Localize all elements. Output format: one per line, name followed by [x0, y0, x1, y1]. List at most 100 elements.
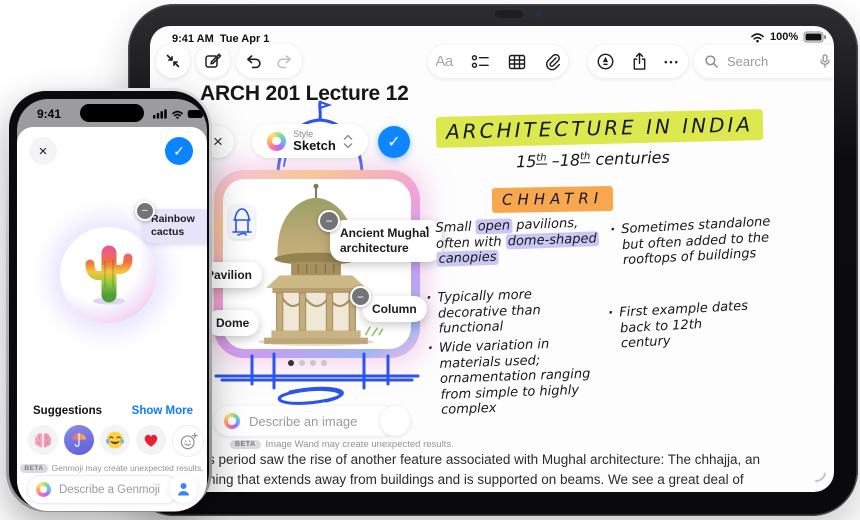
format-tools-group: Aa: [428, 45, 568, 78]
page-dot[interactable]: [310, 360, 316, 366]
genmoji-disclaimer: Genmoji may create unexpected results.: [51, 463, 204, 473]
remove-tag-button[interactable]: −: [350, 286, 371, 307]
chevron-up-down-icon: [343, 134, 353, 148]
checkmark-icon: ✓: [173, 142, 185, 159]
page-dot[interactable]: [299, 360, 305, 366]
arrows-inward-icon: [166, 54, 180, 68]
page-dot-active[interactable]: [288, 360, 294, 366]
wand-accept-button[interactable]: ✓: [378, 126, 410, 158]
ipad-status-time: 9:41 AM: [172, 33, 214, 45]
search-icon: [705, 55, 718, 68]
tag-column[interactable]: Column: [362, 296, 427, 322]
tag-label: Column: [372, 302, 417, 316]
image-wand-prompt-field[interactable]: [214, 406, 396, 436]
genmoji-beta-row: BETA Genmoji may create unexpected resul…: [17, 463, 207, 473]
search-input[interactable]: [725, 53, 812, 70]
highlighted-heading-text: ARCHITECTURE IN INDIA: [435, 109, 764, 148]
compose-button[interactable]: [196, 44, 230, 78]
iphone-status-time: 9:41: [37, 107, 62, 121]
umbrella-genmoji-icon: [71, 433, 87, 447]
add-emoji-icon: [180, 432, 198, 449]
wand-beta-row: BETA Image Wand may create unexpected re…: [230, 439, 454, 450]
battery-icon: [803, 31, 827, 43]
battery-icon: [187, 109, 206, 118]
minus-icon: −: [325, 214, 333, 228]
table-icon[interactable]: [508, 54, 526, 70]
plus-icon: [388, 414, 402, 428]
wifi-icon: [751, 33, 764, 43]
laughing-tears-emoji-icon: [106, 431, 124, 449]
suggestion-heart-emoji[interactable]: [136, 425, 166, 455]
handwritten-bullet: First example dates back to 12th century: [619, 299, 751, 352]
remove-tag-button[interactable]: −: [318, 210, 340, 232]
brain-emoji-icon: [34, 432, 52, 447]
suggestion-joy-emoji[interactable]: [100, 425, 130, 455]
iphone-screen: 9:41 × ✓ Rainbow cactus − Suggestions Sh…: [17, 99, 207, 511]
new-genmoji-button[interactable]: [172, 425, 204, 457]
style-value: Sketch: [293, 138, 336, 153]
suggestion-umbrella-genmoji[interactable]: [64, 425, 94, 455]
image-page-indicator[interactable]: [288, 360, 327, 366]
checkmark-icon: ✓: [387, 134, 401, 151]
genmoji-accept-button[interactable]: ✓: [165, 137, 193, 165]
handwritten-bullet: Wide variation in materials used; orname…: [439, 335, 604, 418]
original-sketch-thumbnail[interactable]: [229, 205, 255, 239]
handwritten-section-title: CHHATRI: [491, 185, 614, 214]
image-wand-input[interactable]: [247, 412, 386, 430]
add-image-button[interactable]: [380, 406, 410, 436]
ipad-camera-housing: [495, 10, 523, 18]
suggestion-brain-emoji[interactable]: [28, 425, 58, 455]
markup-share-group: •••: [588, 45, 688, 78]
collapse-note-button[interactable]: [156, 44, 190, 78]
share-icon[interactable]: [631, 52, 648, 71]
show-more-link[interactable]: Show More: [132, 405, 193, 417]
handwritten-bullet: Typically more decorative than functiona…: [437, 285, 589, 337]
people-genmoji-button[interactable]: [169, 474, 198, 503]
dictation-mic-icon[interactable]: [818, 53, 832, 70]
red-heart-emoji-icon: [144, 434, 158, 447]
minus-icon: −: [141, 204, 149, 217]
rainbow-cactus-genmoji: [85, 245, 133, 305]
search-field[interactable]: [694, 45, 834, 78]
markup-pen-icon[interactable]: [596, 52, 615, 71]
apple-intelligence-icon: [36, 482, 51, 497]
apple-intelligence-icon: [267, 131, 287, 151]
person-icon: [178, 482, 189, 495]
body-line: ning that extends away from buildings an…: [208, 472, 744, 487]
beta-badge: BETA: [20, 463, 48, 473]
style-dropdown[interactable]: Style Sketch: [252, 124, 368, 158]
redo-icon[interactable]: [276, 53, 293, 70]
tag-label: Ancient Mughal architecture: [340, 226, 430, 255]
undo-redo-group: [236, 44, 302, 78]
apple-intelligence-icon: [224, 413, 240, 429]
suggestions-title: Suggestions: [33, 405, 103, 417]
minus-icon: −: [356, 289, 364, 304]
text-format-button[interactable]: Aa: [435, 53, 453, 70]
checklist-icon[interactable]: [471, 53, 490, 70]
undo-icon[interactable]: [245, 53, 262, 70]
compose-icon: [205, 53, 222, 68]
remove-genmoji-tag-button[interactable]: −: [135, 201, 155, 221]
iphone-status-indicators: [153, 108, 206, 119]
ipad-status-indicators: 100%: [750, 31, 827, 43]
battery-percent: 100%: [770, 31, 799, 43]
wand-disclaimer: Image Wand may create unexpected results…: [265, 439, 454, 450]
genmoji-prompt-field[interactable]: [27, 475, 179, 504]
dynamic-island: [80, 104, 144, 122]
page-dot[interactable]: [321, 360, 327, 366]
sketch-thumbnail-icon: [232, 208, 252, 236]
genmoji-input[interactable]: [57, 482, 170, 497]
attachment-paperclip-icon[interactable]: [544, 53, 561, 71]
tag-label: Dome: [216, 316, 250, 330]
genmoji-close-button[interactable]: ×: [29, 137, 57, 165]
handwritten-bullet: Sometimes standalone but often added to …: [621, 214, 781, 269]
handwritten-heading: ARCHITECTURE IN INDIA: [435, 109, 764, 148]
close-icon: ×: [213, 132, 223, 151]
scroll-edge-indicator: [801, 457, 831, 487]
ipad-screen: 9:41 AM Tue Apr 1 100% Aa ••• Search ARC…: [150, 26, 834, 492]
close-icon: ×: [38, 142, 48, 160]
iphone-device-frame: 9:41 × ✓ Rainbow cactus − Suggestions Sh…: [6, 88, 212, 512]
more-options-button[interactable]: •••: [664, 57, 679, 67]
note-body-text: s period saw the rise of another feature…: [208, 450, 768, 490]
tag-dome[interactable]: Dome: [206, 310, 260, 336]
